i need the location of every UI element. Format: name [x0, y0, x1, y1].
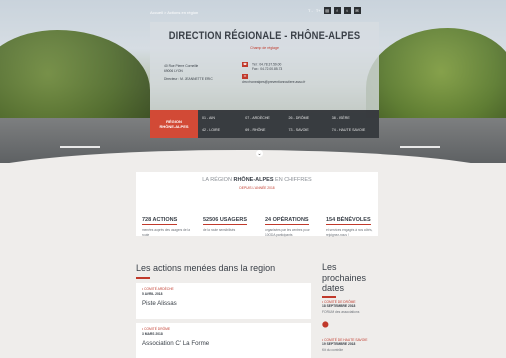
stat-operations: 24 OPÉRATIONS organisées par les centres… [265, 208, 317, 237]
stat-label: de la route sensibilisés [203, 228, 236, 232]
director-line: Directeur : M. JEANNETTE ERIC [164, 77, 213, 81]
department-selector: RÉGION RHÔNE-ALPES 01 - AIN 07 - ARDÈCHE… [150, 110, 379, 138]
stat-users: 52506 USAGERS de la route sensibilisés [203, 208, 255, 233]
figures-title: LA RÉGION RHÔNE-ALPES EN CHIFFRES [136, 177, 378, 183]
department-link-savoie[interactable]: 73 - SAVOIE [289, 124, 332, 136]
action-date: 3 MARS 2018 [142, 332, 163, 336]
event-description: FORUM des associations [322, 310, 360, 314]
action-title[interactable]: Association C' La Forme [142, 340, 305, 347]
department-link-drome[interactable]: 26 - DRÔME [289, 112, 332, 124]
breadcrumb-home[interactable]: Accueil [150, 10, 163, 15]
department-link-haute-savoie[interactable]: 74 - HAUTE SAVOIE [332, 124, 375, 136]
figures-title-region: RHÔNE-ALPES [233, 177, 274, 183]
figures-title-pre: LA RÉGION [202, 177, 232, 183]
address-line: 69006 LYON [164, 69, 183, 73]
phone-icon: ☎ [242, 62, 248, 67]
breadcrumb-current: Actions en région [167, 10, 199, 15]
email-link[interactable]: drrv.rhonealpes@preventionroutiere.asso.… [242, 80, 305, 85]
region-button-line2: RHÔNE-ALPES [159, 124, 189, 129]
stat-volunteers: 154 BÉNÉVOLES et services engagés à nos … [326, 208, 378, 237]
hero-banner: Accueil > Actions en région T - T+ ▤ f t… [0, 0, 506, 163]
scroll-down-icon[interactable]: ⌄ [256, 150, 263, 157]
figures-subtitle: DEPUIS L'ANNÉE 2018 [239, 186, 275, 190]
department-link-loire[interactable]: 42 - LOIRE [202, 124, 245, 136]
action-committee: • COMITÉ ARDÈCHE [142, 287, 174, 291]
location-pin-icon: ⬤ [322, 322, 329, 328]
upcoming-dates-heading: Les prochaines dates [322, 262, 367, 293]
contact-block: ☎ Tél : 04.78.37.59.00 Fax : 04.72.00.85.… [242, 62, 305, 85]
stat-label: menées auprès des usagers de la route [142, 228, 191, 237]
text-larger-button[interactable]: T+ [316, 8, 321, 13]
mail-icon[interactable]: ✉ [353, 7, 361, 14]
stat-label: organisées par les centres pour 10ODA pa… [265, 228, 310, 237]
department-link-rhone[interactable]: 69 - RHÔNE [245, 124, 288, 136]
email-icon: ✉ [242, 74, 248, 80]
stat-value: 24 OPÉRATIONS [265, 217, 309, 225]
road-marking [400, 146, 440, 148]
road-marking [60, 146, 100, 148]
address-block: 40 Rue Pierre Corneille 69006 LYON Direc… [164, 64, 213, 82]
phone-number: Tél : 04.78.37.59.00 [252, 62, 282, 67]
region-figures-section: LA RÉGION RHÔNE-ALPES EN CHIFFRES DEPUIS… [136, 172, 378, 237]
region-button[interactable]: RÉGION RHÔNE-ALPES [150, 110, 198, 138]
breadcrumb: Accueil > Actions en région [150, 10, 198, 15]
stat-value: 52506 USAGERS [203, 217, 248, 225]
text-smaller-button[interactable]: T - [308, 8, 313, 13]
event-description: Kit du contrôle [322, 348, 344, 352]
action-title[interactable]: Piste Alissas [142, 300, 305, 307]
department-link-isere[interactable]: 38 - ISÈRE [332, 112, 375, 124]
event-date: 19 SEPTEMBRE 2018 [322, 342, 356, 346]
department-list: 01 - AIN 07 - ARDÈCHE 26 - DRÔME 38 - IS… [198, 110, 379, 138]
action-date: 5 AVRIL 2018 [142, 292, 163, 296]
actions-heading: Les actions menées dans la region [136, 263, 276, 273]
stat-value: 154 BÉNÉVOLES [326, 217, 371, 225]
page: Accueil > Actions en région T - T+ ▤ f t… [0, 0, 506, 358]
twitter-icon[interactable]: t [343, 7, 351, 14]
stat-actions: 728 ACTIONS menées auprès des usagers de… [142, 208, 194, 237]
department-link-ardeche[interactable]: 07 - ARDÈCHE [245, 112, 288, 124]
page-subtitle: Champ de réglage [250, 46, 279, 50]
action-card[interactable]: • COMITÉ DRÔME 3 MARS 2018 Association C… [136, 323, 311, 358]
figures-title-post: EN CHIFFRES [275, 177, 312, 183]
department-link-ain[interactable]: 01 - AIN [202, 112, 245, 124]
fax-number: Fax : 04.72.00.85.73 [252, 67, 283, 72]
event-item[interactable]: • COMITÉ DE HAUTE SAVOIE 19 SEPTEMBRE 20… [322, 338, 382, 352]
stat-value: 728 ACTIONS [142, 217, 178, 225]
actions-heading-underline [136, 277, 150, 279]
stat-label: et services engagés à nos côtés, rejoign… [326, 228, 373, 237]
event-date: 18 SEPTEMBRE 2018 [322, 304, 356, 308]
top-tools: T - T+ ▤ f t ✉ [308, 7, 361, 14]
action-committee: • COMITÉ DRÔME [142, 327, 171, 331]
page-title: DIRECTION RÉGIONALE - RHÔNE-ALPES [168, 30, 361, 42]
facebook-icon[interactable]: f [333, 7, 341, 14]
event-item[interactable]: • COMITÉ DE DRÔME 18 SEPTEMBRE 2018 FORU… [322, 300, 382, 314]
action-card[interactable]: • COMITÉ ARDÈCHE 5 AVRIL 2018 Piste Alis… [136, 283, 311, 319]
print-icon[interactable]: ▤ [323, 7, 331, 14]
upcoming-heading-underline [322, 296, 336, 298]
